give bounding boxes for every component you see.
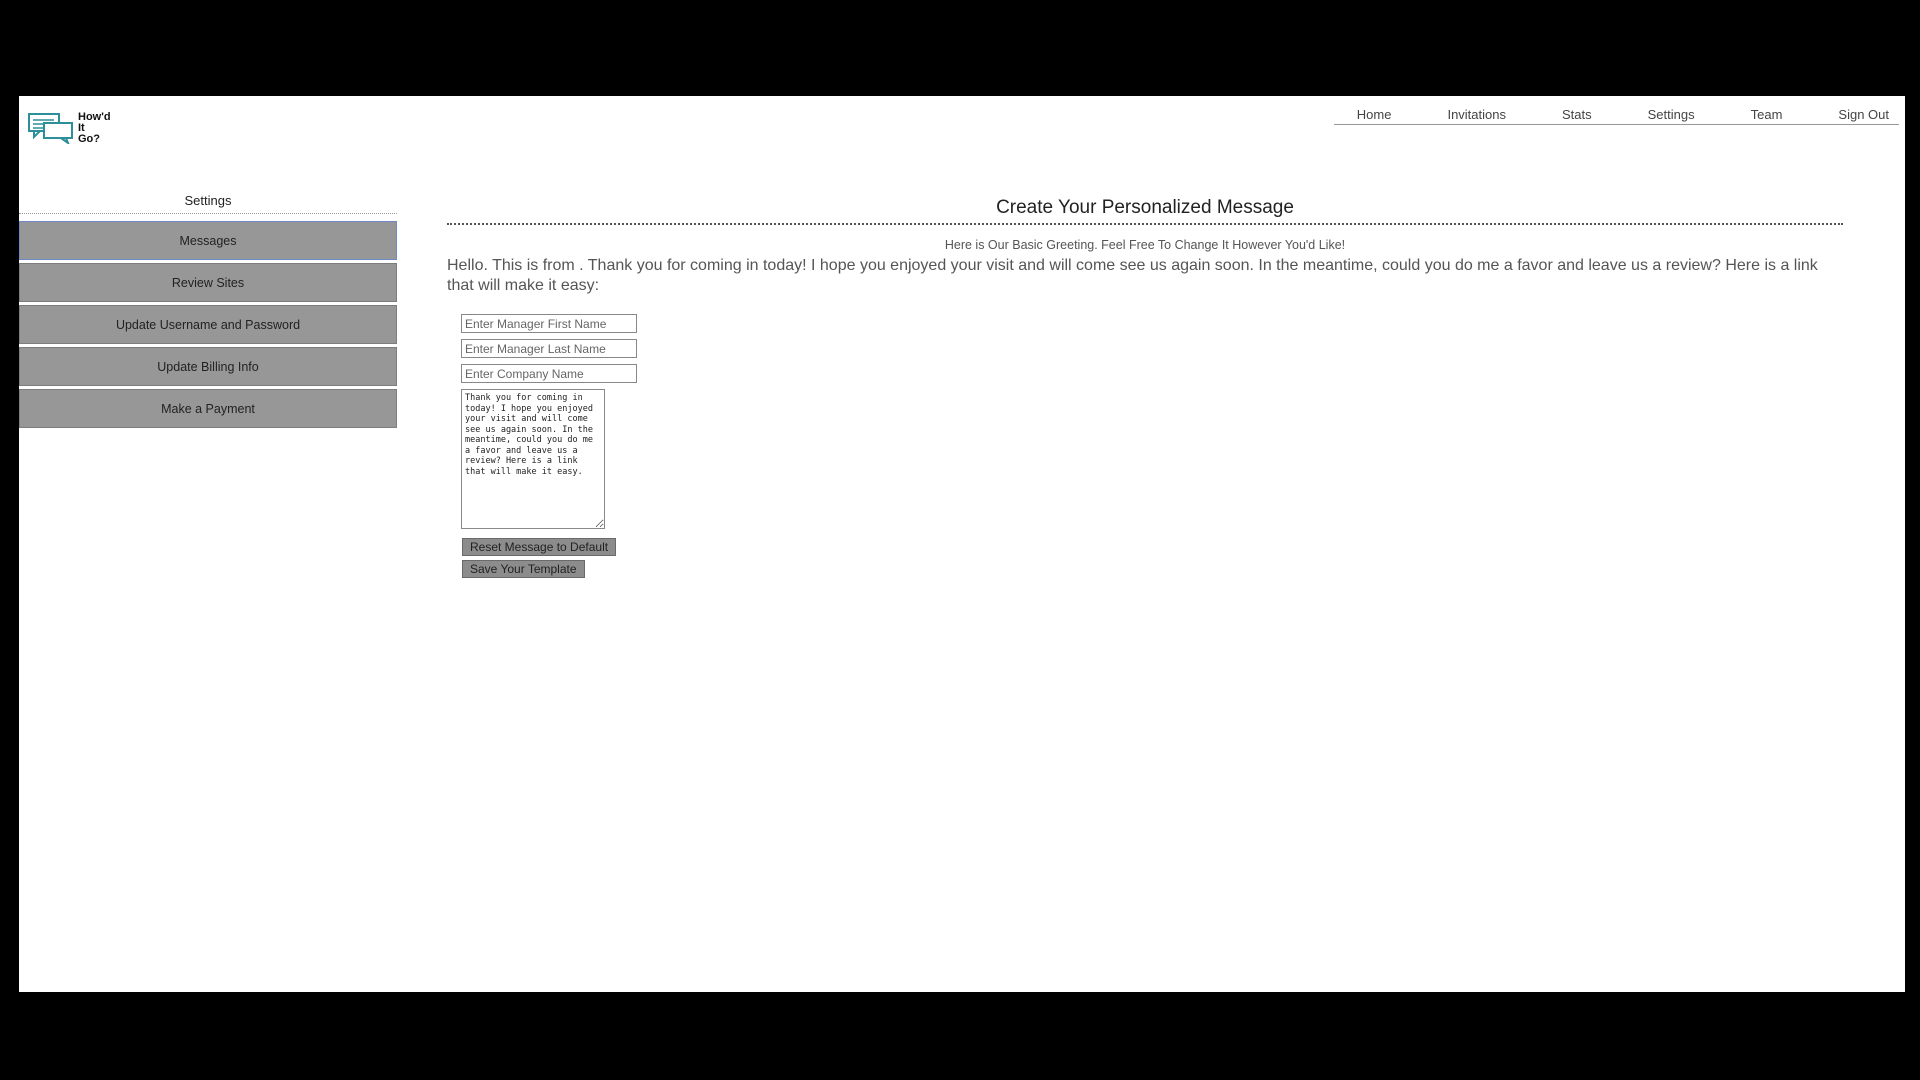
manager-first-name-input[interactable] <box>461 314 637 333</box>
greeting-preview: Hello. This is from . Thank you for comi… <box>447 257 1818 294</box>
sidebar-item-messages[interactable]: Messages <box>19 221 397 260</box>
sidebar-menu: Messages Review Sites Update Username an… <box>19 221 397 431</box>
nav-invitations[interactable]: Invitations <box>1447 107 1516 122</box>
logo-text: How'd It Go? <box>78 111 111 145</box>
save-template-button[interactable]: Save Your Template <box>462 560 585 578</box>
company-name-input[interactable] <box>461 364 637 383</box>
nav-team[interactable]: Team <box>1751 107 1793 122</box>
manager-last-name-input[interactable] <box>461 339 637 358</box>
nav-settings[interactable]: Settings <box>1648 107 1705 122</box>
page-title: Create Your Personalized Message <box>447 197 1843 225</box>
reset-message-button[interactable]: Reset Message to Default <box>462 538 617 556</box>
sidebar-item-review-sites[interactable]: Review Sites <box>19 263 397 302</box>
nav-stats[interactable]: Stats <box>1562 107 1602 122</box>
sidebar-item-update-billing-info[interactable]: Update Billing Info <box>19 347 397 386</box>
page: How'd It Go? Home Invitations Stats Sett… <box>19 96 1905 992</box>
sidebar-title: Settings <box>19 193 397 214</box>
nav-home[interactable]: Home <box>1357 107 1402 122</box>
logo[interactable]: How'd It Go? <box>28 112 118 148</box>
chat-bubbles-icon <box>28 113 73 144</box>
sidebar-item-make-payment[interactable]: Make a Payment <box>19 389 397 428</box>
message-textarea[interactable]: Thank you for coming in today! I hope yo… <box>461 389 605 529</box>
nav-sign-out[interactable]: Sign Out <box>1838 107 1899 122</box>
top-nav: Home Invitations Stats Settings Team Sig… <box>1333 107 1899 125</box>
page-subtitle: Here is Our Basic Greeting. Feel Free To… <box>944 238 1346 252</box>
sidebar-item-update-username-password[interactable]: Update Username and Password <box>19 305 397 344</box>
